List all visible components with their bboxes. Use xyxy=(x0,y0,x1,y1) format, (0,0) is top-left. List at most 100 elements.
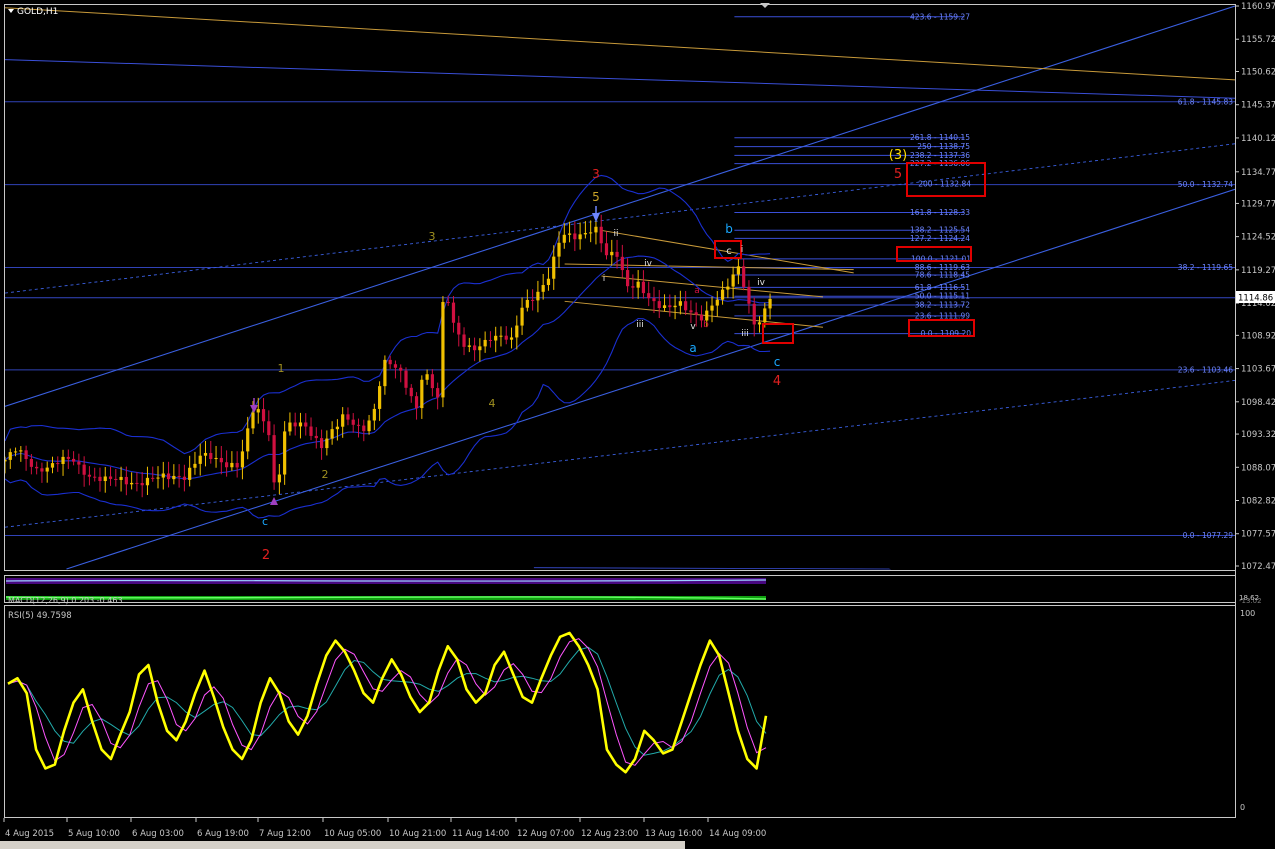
time-tick-label: 12 Aug 07:00 xyxy=(517,829,574,839)
candle-body xyxy=(509,337,514,340)
fib-level-label: 38.2 - 1113.72 xyxy=(915,300,970,309)
candle-body xyxy=(172,475,176,480)
wave-label: 4 xyxy=(773,374,781,389)
time-tick-label: 6 Aug 03:00 xyxy=(132,829,184,839)
candle-body xyxy=(219,457,223,463)
fib-level-label: 161.8 - 1128.33 xyxy=(910,208,970,217)
candle-body xyxy=(483,339,487,347)
candle-body xyxy=(24,450,28,460)
trend-line[interactable] xyxy=(5,59,1235,99)
candle-body xyxy=(388,359,392,365)
fib-level-label: 61.8 - 1116.51 xyxy=(915,283,970,292)
candle-body xyxy=(77,461,81,465)
scroll-marker-icon[interactable] xyxy=(760,3,770,8)
candle-body xyxy=(720,289,725,300)
trend-line[interactable] xyxy=(5,143,1235,294)
wave-label: c xyxy=(774,355,781,369)
wave-label: 5 xyxy=(894,167,902,182)
candle-body xyxy=(293,422,297,427)
candle-body xyxy=(319,438,324,449)
candle-body xyxy=(61,456,65,464)
candle-body xyxy=(763,308,767,323)
fib-level-label: 0.0 - 1077.29 xyxy=(1183,531,1234,540)
candle-body xyxy=(272,435,276,483)
price-tick-label: 1160.97 xyxy=(1241,2,1275,12)
candle-body xyxy=(198,455,202,464)
candle-body xyxy=(298,422,303,427)
candle-body xyxy=(50,463,55,468)
candle-body xyxy=(705,310,709,321)
candle-body xyxy=(182,476,186,480)
current-price-label: 1114.86 xyxy=(1236,291,1275,304)
candle-body xyxy=(66,456,70,459)
price-tick-label: 1134.77 xyxy=(1241,168,1275,178)
candle-body xyxy=(678,301,682,306)
candle-body xyxy=(525,299,529,308)
candle-body xyxy=(472,345,477,351)
candle-body xyxy=(457,322,461,335)
candle-body xyxy=(93,476,97,478)
candle-body xyxy=(657,301,661,309)
wave-label: 2 xyxy=(322,468,329,481)
price-chart[interactable]: 423.6 - 1159.27 61.8 - 1145.83 261.8 - 114… xyxy=(0,0,1275,849)
candle-body xyxy=(425,374,429,380)
fib-level-label: 50.0 - 1132.74 xyxy=(1178,180,1233,189)
candle-body xyxy=(378,386,382,409)
fib-level-label: 250 - 1138.75 xyxy=(917,142,970,151)
fib-level-label: 50.0 - 1115.11 xyxy=(915,292,970,301)
fib-level-label: 100.0 - 1121.01 xyxy=(911,254,971,263)
candle-body xyxy=(636,281,640,288)
wave-label: iii xyxy=(636,320,644,330)
candle-body xyxy=(19,450,23,452)
price-tick-label: 1145.37 xyxy=(1241,101,1275,111)
candle-body xyxy=(151,477,155,479)
bottom-scroll-strip[interactable] xyxy=(0,841,685,849)
candle-body xyxy=(478,346,482,351)
candle-body xyxy=(689,310,693,313)
candle-body xyxy=(441,301,445,398)
candle-body xyxy=(367,420,371,432)
wave-label: 5 xyxy=(592,190,600,204)
trend-line[interactable] xyxy=(5,7,1235,81)
trend-line[interactable] xyxy=(5,5,1235,407)
wave-label: b xyxy=(703,320,709,330)
candle-body xyxy=(261,409,266,422)
trend-line[interactable] xyxy=(533,567,891,570)
bollinger-lower xyxy=(5,317,771,519)
candle-body xyxy=(599,226,603,244)
candle-body xyxy=(583,233,587,235)
current-price-text: 1114.86 xyxy=(1238,294,1273,304)
candle-body xyxy=(130,482,134,485)
trend-line[interactable] xyxy=(601,275,823,298)
candle-body xyxy=(626,270,630,287)
candle-body xyxy=(647,293,651,299)
candle-body xyxy=(362,425,366,432)
candle-body xyxy=(119,476,123,480)
fib-level-label: 423.6 - 1159.27 xyxy=(910,12,970,21)
price-tick-label: 1088.07 xyxy=(1241,463,1275,473)
price-tick-label: 1124.52 xyxy=(1241,233,1275,243)
trend-line[interactable] xyxy=(66,188,1236,570)
fib-level-label: 261.8 - 1140.15 xyxy=(910,133,970,142)
time-tick-label: 14 Aug 09:00 xyxy=(709,829,766,839)
rsi-signal-line xyxy=(7,638,767,766)
wave-label: iv xyxy=(644,259,653,269)
candle-body xyxy=(567,233,572,235)
candle-body xyxy=(161,473,165,478)
candle-body xyxy=(330,429,334,439)
candle-body xyxy=(235,462,239,468)
wave-label: iii xyxy=(741,329,749,339)
candle-body xyxy=(193,463,197,468)
candle-body xyxy=(140,483,144,486)
candle-body xyxy=(747,286,751,304)
price-tick-label: 1098.42 xyxy=(1241,398,1275,408)
price-tick-label: 1093.32 xyxy=(1241,430,1275,440)
candle-body xyxy=(240,451,245,468)
candle-body xyxy=(56,463,60,465)
wave-label: 2 xyxy=(262,548,270,563)
bollinger-upper xyxy=(5,174,771,455)
price-tick-label: 1072.47 xyxy=(1241,562,1275,572)
chevron-down-icon[interactable] xyxy=(8,9,14,13)
time-tick-label: 7 Aug 12:00 xyxy=(259,829,311,839)
candle-body xyxy=(156,477,160,479)
